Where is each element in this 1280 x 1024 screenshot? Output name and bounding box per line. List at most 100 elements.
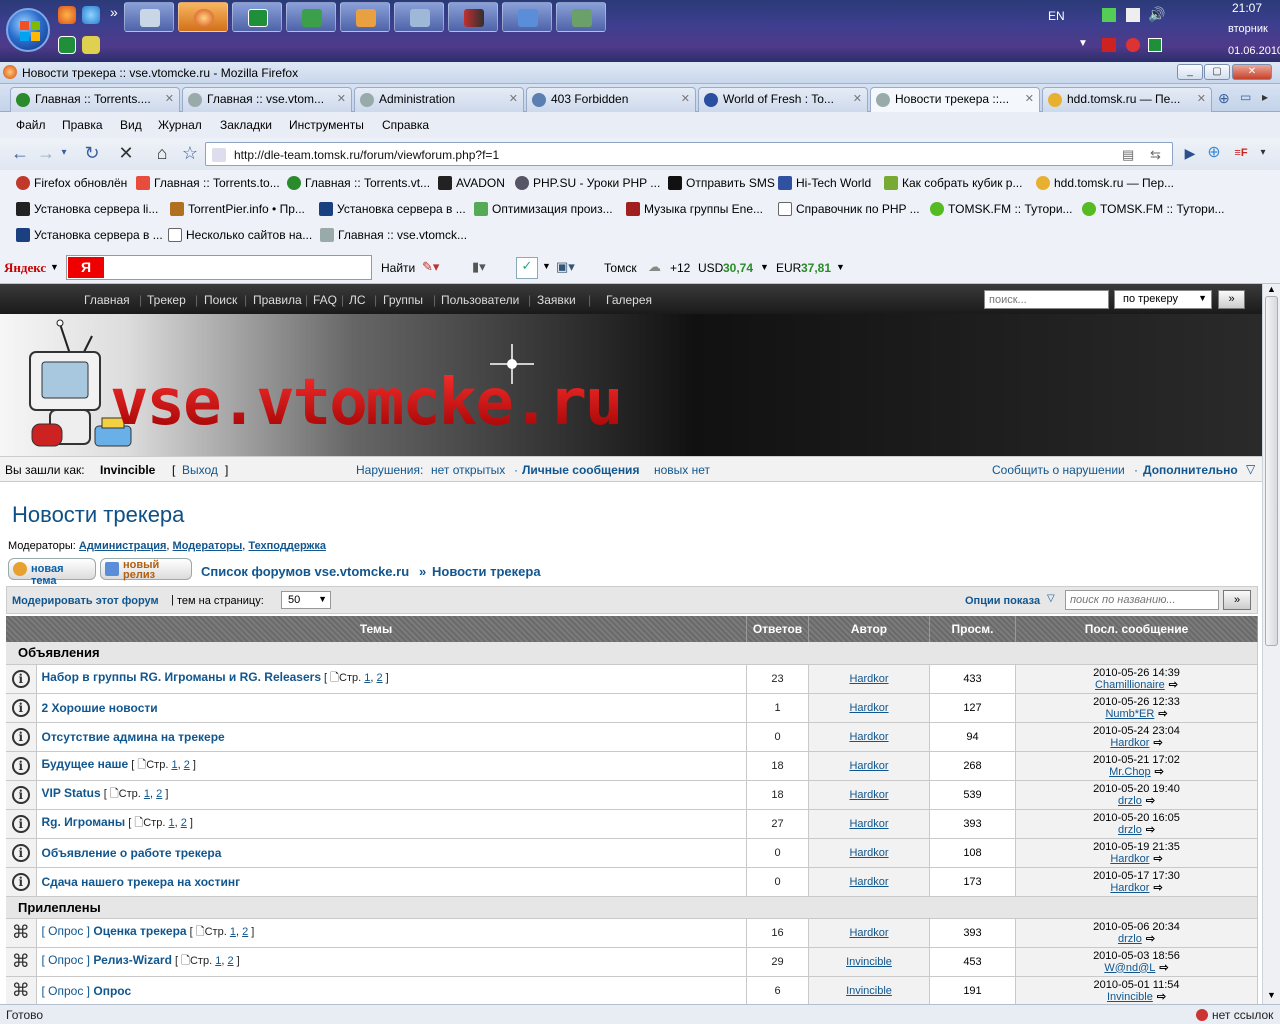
new-tab-icon[interactable]: ⊕ — [1218, 90, 1230, 107]
col-last-post[interactable]: Посл. сообщение — [1015, 616, 1258, 642]
status-indicator-icon[interactable] — [1196, 1009, 1208, 1021]
last-post-user[interactable]: Numb*ER — [1105, 708, 1154, 720]
col-views[interactable]: Просм. — [929, 616, 1016, 642]
topic-link[interactable]: Сдача нашего трекера на хостинг — [42, 875, 241, 889]
pm-label[interactable]: Личные сообщения — [522, 463, 639, 477]
pm-value[interactable]: новых нет — [654, 463, 710, 477]
topic-row[interactable]: ⌘[ Опрос ] Релиз-Wizard [ 🗋Стр. 1, 2 ] 29… — [6, 947, 1258, 977]
history-dropdown-icon[interactable]: ▾ — [58, 142, 70, 166]
back-icon[interactable]: ← — [8, 142, 32, 166]
more-link[interactable]: Дополнительно — [1143, 463, 1238, 477]
firefox-quicklaunch-icon[interactable] — [58, 6, 76, 24]
author-link[interactable]: Hardkor — [849, 731, 888, 743]
scroll-down-icon[interactable]: ▼ — [1267, 990, 1276, 1000]
usd-dropdown-icon[interactable]: ▼ — [760, 262, 769, 272]
last-post-user[interactable]: drzlo — [1118, 824, 1142, 836]
page-link[interactable]: 1 — [215, 955, 221, 967]
usd-rate[interactable]: 30,74 — [723, 261, 753, 275]
media-tray-icon[interactable] — [1102, 38, 1116, 52]
bookmark-item[interactable]: TOMSK.FM :: Тутори... — [930, 202, 1073, 216]
addon-plus-icon[interactable]: ⊕ — [1202, 142, 1226, 166]
device-tray-icon[interactable] — [1126, 8, 1140, 22]
author-link[interactable]: Invincible — [846, 956, 892, 968]
taskbar-app-green[interactable] — [286, 2, 336, 32]
go-to-post-icon[interactable]: ⇨ — [1158, 708, 1167, 720]
username[interactable]: Invincible — [100, 463, 155, 477]
scrollbar-thumb[interactable] — [1265, 296, 1278, 646]
nav-search[interactable]: Поиск — [204, 293, 237, 307]
new-topic-button[interactable]: новая тема — [8, 558, 96, 587]
moderator-link[interactable]: Техподдержка — [248, 540, 326, 552]
nav-rules[interactable]: Правила — [253, 293, 302, 307]
menu-view[interactable]: Вид — [120, 118, 142, 132]
taskbar-explorer[interactable] — [124, 2, 174, 32]
topic-row[interactable]: i Будущее наше [ 🗋Стр. 1, 2 ] 18 Hardkor 268… — [6, 751, 1258, 781]
report-link[interactable]: Сообщить о нарушении — [992, 463, 1125, 477]
taskbar-app-media[interactable] — [448, 2, 498, 32]
signal-bars-icon[interactable]: ▮▾ — [472, 259, 486, 275]
alert-tray-icon[interactable] — [1126, 38, 1140, 52]
tab-close-icon[interactable]: ✕ — [1025, 92, 1034, 105]
tab-5[interactable]: World of Fresh : To... ✕ — [698, 87, 868, 112]
taskbar-app-network[interactable] — [394, 2, 444, 32]
site-search-input[interactable] — [984, 290, 1109, 309]
messenger-quicklaunch-icon[interactable] — [82, 6, 100, 24]
violations-label[interactable]: Нарушения: — [356, 463, 423, 477]
clock-time[interactable]: 21:07 — [1232, 1, 1262, 15]
taskbar-app-paint[interactable] — [340, 2, 390, 32]
spellcheck-dropdown-icon[interactable]: ▼ — [542, 261, 551, 271]
nav-home[interactable]: Главная — [84, 293, 130, 307]
forward-icon[interactable]: → — [34, 142, 58, 166]
bookmark-item[interactable]: Установка сервера в ... — [319, 202, 466, 216]
tab-1[interactable]: Главная :: Torrents.... ✕ — [10, 87, 180, 112]
topic-row[interactable]: i VIP Status [ 🗋Стр. 1, 2 ] 18 Hardkor 539 20… — [6, 780, 1258, 810]
nav-users[interactable]: Пользователи — [441, 293, 519, 307]
network-tray-icon[interactable] — [1102, 8, 1116, 22]
bookmark-item[interactable]: Главная :: vse.vtomck... — [320, 228, 467, 242]
topic-row[interactable]: i Сдача нашего трекера на хостинг 0 Hardkor… — [6, 867, 1258, 897]
page-link[interactable]: 1 — [144, 788, 150, 800]
menu-edit[interactable]: Правка — [62, 118, 103, 132]
weather-temp[interactable]: +12 — [670, 261, 690, 275]
topic-row[interactable]: i Отсутствие админа на трекере 0 Hardkor 94 2… — [6, 722, 1258, 752]
tab-close-icon[interactable]: ✕ — [509, 92, 518, 105]
go-to-post-icon[interactable]: ⇨ — [1169, 679, 1178, 691]
quicklaunch-chevron-icon[interactable]: » — [110, 4, 118, 20]
last-post-user[interactable]: Hardkor — [1110, 882, 1149, 894]
taskbar-firefox[interactable] — [178, 2, 228, 32]
topic-link[interactable]: Релиз-Wizard — [93, 953, 172, 967]
topic-link[interactable]: Набор в группы RG. Игроманы и RG. Releas… — [42, 670, 322, 684]
yandex-dropdown-icon[interactable]: ▼ — [50, 262, 59, 272]
yandex-logo[interactable]: Яндекс — [4, 260, 46, 276]
page-link[interactable]: 1 — [168, 817, 174, 829]
bookmark-item[interactable]: PHP.SU - Уроки PHP ... — [515, 176, 660, 190]
tab-7[interactable]: hdd.tomsk.ru — Пе... ✕ — [1042, 87, 1212, 112]
display-options-link[interactable]: Опции показа — [965, 595, 1040, 607]
moderator-link[interactable]: Модераторы — [173, 540, 243, 552]
moderate-forum-link[interactable]: Модерировать этот форум — [12, 595, 159, 607]
stop-icon[interactable]: ✕ — [114, 142, 138, 166]
last-post-user[interactable]: drzlo — [1118, 795, 1142, 807]
tray-expand-icon[interactable]: ▼ — [1078, 38, 1088, 49]
tab-6-active[interactable]: Новости трекера ::... ✕ — [870, 87, 1040, 113]
topic-link[interactable]: 2 Хорошие новости — [42, 701, 158, 715]
last-post-user[interactable]: Hardkor — [1110, 853, 1149, 865]
bookmark-item[interactable]: Отправить SMS — [668, 176, 775, 190]
topic-link[interactable]: Отсутствие админа на трекере — [42, 730, 225, 744]
volume-icon[interactable]: 🔊 — [1148, 6, 1165, 23]
author-link[interactable]: Invincible — [846, 985, 892, 997]
last-post-user[interactable]: drzlo — [1118, 933, 1142, 945]
topic-link[interactable]: Будущее наше — [42, 757, 129, 771]
topic-row[interactable]: i Набор в группы RG. Игроманы и RG. Relea… — [6, 664, 1258, 694]
nav-tracker[interactable]: Трекер — [147, 293, 186, 307]
nav-faq[interactable]: FAQ — [313, 293, 337, 307]
bookmark-item[interactable]: AVADON — [438, 176, 505, 190]
taskbar-app-doc[interactable] — [502, 2, 552, 32]
nav-requests[interactable]: Заявки — [537, 293, 576, 307]
taskbar-utorrent[interactable] — [232, 2, 282, 32]
breadcrumb-current[interactable]: Новости трекера — [432, 564, 541, 579]
go-to-post-icon[interactable]: ⇨ — [1157, 991, 1166, 1003]
col-replies[interactable]: Ответов — [746, 616, 809, 642]
tab-close-icon[interactable]: ✕ — [337, 92, 346, 105]
topic-row[interactable]: i Rg. Игроманы [ 🗋Стр. 1, 2 ] 27 Hardkor 393… — [6, 809, 1258, 839]
